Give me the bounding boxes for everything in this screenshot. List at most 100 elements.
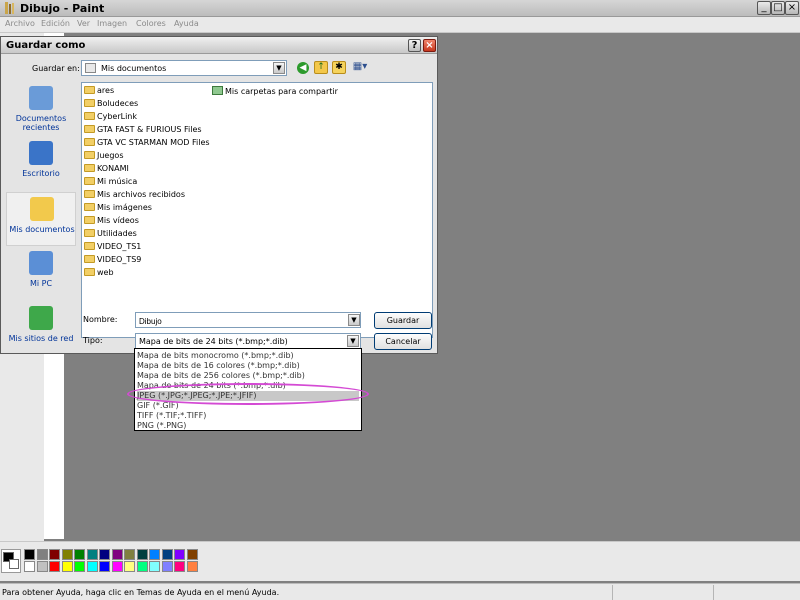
palette-swatch[interactable] xyxy=(36,561,48,572)
my-documents-icon xyxy=(30,197,54,221)
file-list[interactable]: ares Boludeces CyberLink GTA FAST & FURI… xyxy=(81,82,433,338)
list-item[interactable]: GTA FAST & FURIOUS Files xyxy=(84,125,202,137)
file-name-dropdown[interactable]: ▼ xyxy=(348,314,360,326)
palette-swatch[interactable] xyxy=(49,549,60,560)
palette-swatch[interactable] xyxy=(111,561,123,572)
list-item[interactable]: Mis vídeos xyxy=(84,216,139,228)
palette-swatch[interactable] xyxy=(49,561,60,572)
save-in-label: Guardar en: xyxy=(32,64,80,73)
type-option[interactable]: Mapa de bits de 24 bits (*.bmp;*.dib) xyxy=(137,381,359,391)
menu-edicion[interactable]: Edición xyxy=(41,19,70,28)
type-option[interactable]: Mapa de bits monocromo (*.bmp;*.dib) xyxy=(137,351,359,361)
type-option[interactable]: Mapa de bits de 16 colores (*.bmp;*.dib) xyxy=(137,361,359,371)
type-option[interactable]: Mapa de bits de 256 colores (*.bmp;*.dib… xyxy=(137,371,359,381)
palette-swatch[interactable] xyxy=(99,561,110,572)
list-item[interactable]: Mis imágenes xyxy=(84,203,152,215)
list-item[interactable]: Boludeces xyxy=(84,99,138,111)
palette-swatch[interactable] xyxy=(24,561,35,572)
palette-swatch[interactable] xyxy=(136,549,148,560)
palette-swatch[interactable] xyxy=(61,549,73,560)
network-places-icon xyxy=(29,306,53,330)
up-folder-button[interactable]: ↑ xyxy=(314,61,328,74)
list-item[interactable]: Juegos xyxy=(84,151,124,163)
status-separator xyxy=(713,585,714,600)
file-type-combobox[interactable]: Mapa de bits de 24 bits (*.bmp;*.dib) ▼ xyxy=(135,333,361,349)
maximize-button[interactable]: □ xyxy=(771,1,785,15)
back-button[interactable]: ◀ xyxy=(297,62,309,74)
palette-swatch[interactable] xyxy=(74,549,85,560)
save-in-combobox[interactable]: Mis documentos ▼ xyxy=(81,60,287,76)
palette-swatch[interactable] xyxy=(161,549,173,560)
palette-swatch[interactable] xyxy=(149,561,160,572)
chevron-down-icon[interactable]: ▼ xyxy=(273,62,285,74)
videos-folder-icon xyxy=(84,216,95,224)
type-option[interactable]: TIFF (*.TIF;*.TIFF) xyxy=(137,411,359,421)
folder-icon xyxy=(84,112,95,120)
folder-icon xyxy=(84,151,95,159)
pictures-folder-icon xyxy=(84,203,95,211)
place-recent-documents[interactable]: Documentos recientes xyxy=(6,82,76,136)
palette-swatch[interactable] xyxy=(174,549,185,560)
file-name: VIDEO_TS9 xyxy=(97,255,142,264)
dialog-titlebar[interactable]: Guardar como ? × xyxy=(1,37,437,54)
help-button[interactable]: ? xyxy=(408,39,421,52)
list-item[interactable]: GTA VC STARMAN MOD Files xyxy=(84,138,210,150)
minimize-button[interactable]: _ xyxy=(757,1,771,15)
palette-swatch[interactable] xyxy=(86,561,98,572)
folder-icon xyxy=(84,255,95,263)
list-item[interactable]: VIDEO_TS9 xyxy=(84,255,141,267)
menu-bar: Archivo Edición Ver Imagen Colores Ayuda xyxy=(0,17,800,33)
type-option[interactable]: PNG (*.PNG) xyxy=(137,421,359,431)
palette-swatch[interactable] xyxy=(99,549,110,560)
menu-imagen[interactable]: Imagen xyxy=(97,19,127,28)
palette-swatch[interactable] xyxy=(136,561,148,572)
menu-ver[interactable]: Ver xyxy=(77,19,90,28)
menu-ayuda[interactable]: Ayuda xyxy=(174,19,199,28)
place-network[interactable]: Mis sitios de red xyxy=(6,302,76,356)
list-item[interactable]: KONAMI xyxy=(84,164,129,176)
type-option-selected[interactable]: JPEG (*.JPG;*.JPEG;*.JPE;*.JFIF) xyxy=(137,391,359,401)
cancel-button[interactable]: Cancelar xyxy=(374,333,432,350)
list-item[interactable]: Utilidades xyxy=(84,229,137,241)
type-option[interactable]: GIF (*.GIF) xyxy=(137,401,359,411)
palette-swatch[interactable] xyxy=(186,561,198,572)
close-window-button[interactable]: × xyxy=(785,1,799,15)
file-name: Mis imágenes xyxy=(97,203,152,212)
palette-swatch[interactable] xyxy=(36,549,48,560)
recent-documents-icon xyxy=(29,86,53,110)
palette-swatch[interactable] xyxy=(74,561,85,572)
list-item[interactable]: Mis archivos recibidos xyxy=(84,190,185,202)
palette-swatch[interactable] xyxy=(124,549,135,560)
dialog-close-button[interactable]: × xyxy=(423,39,436,52)
list-item[interactable]: ares xyxy=(84,86,114,98)
palette-swatch[interactable] xyxy=(61,561,73,572)
file-name: KONAMI xyxy=(97,164,129,173)
paint-titlebar: Dibujo - Paint _ □ × xyxy=(0,0,800,17)
palette-swatch[interactable] xyxy=(24,549,35,560)
place-my-documents[interactable]: Mis documentos xyxy=(6,192,76,246)
palette-swatch[interactable] xyxy=(86,549,98,560)
file-name-input[interactable] xyxy=(135,312,361,328)
palette-swatch[interactable] xyxy=(174,561,185,572)
list-item[interactable]: VIDEO_TS1 xyxy=(84,242,141,254)
list-item[interactable]: CyberLink xyxy=(84,112,137,124)
new-folder-button[interactable]: ✱ xyxy=(332,61,346,74)
palette-swatch[interactable] xyxy=(149,549,160,560)
menu-colores[interactable]: Colores xyxy=(136,19,166,28)
palette-swatch[interactable] xyxy=(111,549,123,560)
palette-swatch[interactable] xyxy=(124,561,135,572)
file-name: Utilidades xyxy=(97,229,137,238)
list-item[interactable]: Mis carpetas para compartir xyxy=(212,86,338,98)
chevron-down-icon[interactable]: ▼ xyxy=(347,335,359,347)
save-button[interactable]: Guardar xyxy=(374,312,432,329)
place-my-computer[interactable]: Mi PC xyxy=(6,247,76,301)
list-item[interactable]: Mi música xyxy=(84,177,137,189)
list-item[interactable]: web xyxy=(84,268,114,280)
palette-swatch[interactable] xyxy=(161,561,173,572)
views-menu-button[interactable]: ▦▾ xyxy=(350,61,370,74)
menu-archivo[interactable]: Archivo xyxy=(5,19,35,28)
palette-swatch[interactable] xyxy=(186,549,198,560)
background-color xyxy=(9,559,19,569)
dialog-title: Guardar como xyxy=(6,40,86,51)
place-desktop[interactable]: Escritorio xyxy=(6,137,76,191)
